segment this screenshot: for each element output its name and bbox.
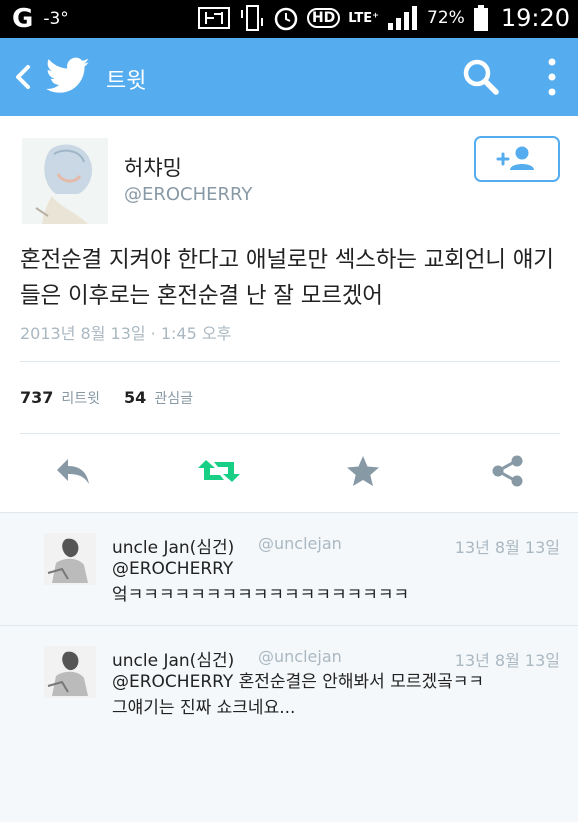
reply-text-line: 엌ㅋㅋㅋㅋㅋㅋㅋㅋㅋㅋㅋㅋㅋㅋㅋㅋㅋㅋ <box>112 585 410 605</box>
avatar[interactable] <box>22 138 108 224</box>
tweet-stats: 737 리트윗 54 관심글 <box>20 388 209 408</box>
search-icon[interactable] <box>460 56 502 98</box>
signal-icon <box>388 6 418 30</box>
app-bar: 트윗 <box>0 38 578 116</box>
reply-author-name[interactable]: uncle Jan(심건) <box>112 533 234 558</box>
back-icon[interactable] <box>10 57 36 97</box>
carrier-icon: G <box>12 4 34 34</box>
follow-icon <box>496 146 534 170</box>
hd-icon: HD <box>306 8 341 28</box>
reply-date: 13년 8월 13일 <box>454 651 560 670</box>
avatar-illustration <box>44 533 96 585</box>
status-bar: G -3° HD LTE⁺ 72% 19:20 <box>0 0 578 38</box>
author-handle[interactable]: @EROCHERRY <box>124 184 252 205</box>
page-title: 트윗 <box>106 69 147 94</box>
reply-text-line: @EROCHERRY 혼전순결은 안해봐서 모르겠곸ㅋㅋ <box>112 672 485 692</box>
divider <box>20 361 560 362</box>
reply-author-handle[interactable]: @unclejan <box>258 647 342 666</box>
retweet-label[interactable]: 리트윗 <box>61 388 100 408</box>
avatar[interactable] <box>44 646 96 698</box>
battery-icon <box>473 5 488 31</box>
favorite-icon[interactable] <box>345 454 381 488</box>
reply-text: @EROCHERRY 혼전순결은 안해봐서 모르겠곸ㅋㅋ 그얘기는 진짜 쇼크네… <box>112 669 562 721</box>
reply-author-name[interactable]: uncle Jan(심건) <box>112 646 234 671</box>
vibrate-icon <box>240 5 263 31</box>
list-item[interactable]: uncle Jan(심건) @unclejan 13년 8월 13일 @EROC… <box>0 512 578 624</box>
retweet-count[interactable]: 737 <box>20 388 53 407</box>
reply-text: @EROCHERRY 엌ㅋㅋㅋㅋㅋㅋㅋㅋㅋㅋㅋㅋㅋㅋㅋㅋㅋㅋ <box>112 556 562 608</box>
lte-icon: LTE⁺ <box>348 10 380 26</box>
reply-icon[interactable] <box>54 454 92 488</box>
reply-text-line: @EROCHERRY <box>112 559 234 579</box>
list-item[interactable]: uncle Jan(심건) @unclejan 13년 8월 13일 @EROC… <box>0 625 578 737</box>
clock: 19:20 <box>500 4 570 32</box>
nfc-icon <box>197 7 230 29</box>
favorite-label[interactable]: 관심글 <box>154 388 193 408</box>
reply-author-handle[interactable]: @unclejan <box>258 534 342 553</box>
reply-list: uncle Jan(심건) @unclejan 13년 8월 13일 @EROC… <box>0 512 578 822</box>
divider <box>20 433 560 434</box>
reply-date: 13년 8월 13일 <box>454 538 560 557</box>
tweet-text: 혼전순결 지켜야 한다고 애널로만 섹스하는 교회언니 얘기 들은 이후로는 혼… <box>20 247 554 309</box>
tweet-timestamp: 2013년 8월 13일 · 1:45 오후 <box>20 324 232 343</box>
retweet-icon[interactable] <box>196 454 242 488</box>
temperature: -3° <box>43 9 69 29</box>
avatar-illustration <box>22 138 108 224</box>
favorite-count[interactable]: 54 <box>124 388 146 407</box>
share-icon[interactable] <box>490 454 526 488</box>
avatar[interactable] <box>44 533 96 585</box>
twitter-bird-icon[interactable] <box>46 56 90 96</box>
more-icon[interactable] <box>540 56 564 98</box>
battery-percent: 72% <box>427 8 465 28</box>
alarm-icon <box>274 7 298 31</box>
author-name[interactable]: 허챠밍 <box>124 152 182 182</box>
tweet-detail: 허챠밍 @EROCHERRY 혼전순결 지켜야 한다고 애널로만 섹스하는 교회… <box>0 116 578 512</box>
follow-button[interactable] <box>474 136 560 182</box>
reply-text-line: 그얘기는 진짜 쇼크네요... <box>112 698 296 718</box>
avatar-illustration <box>44 646 96 698</box>
